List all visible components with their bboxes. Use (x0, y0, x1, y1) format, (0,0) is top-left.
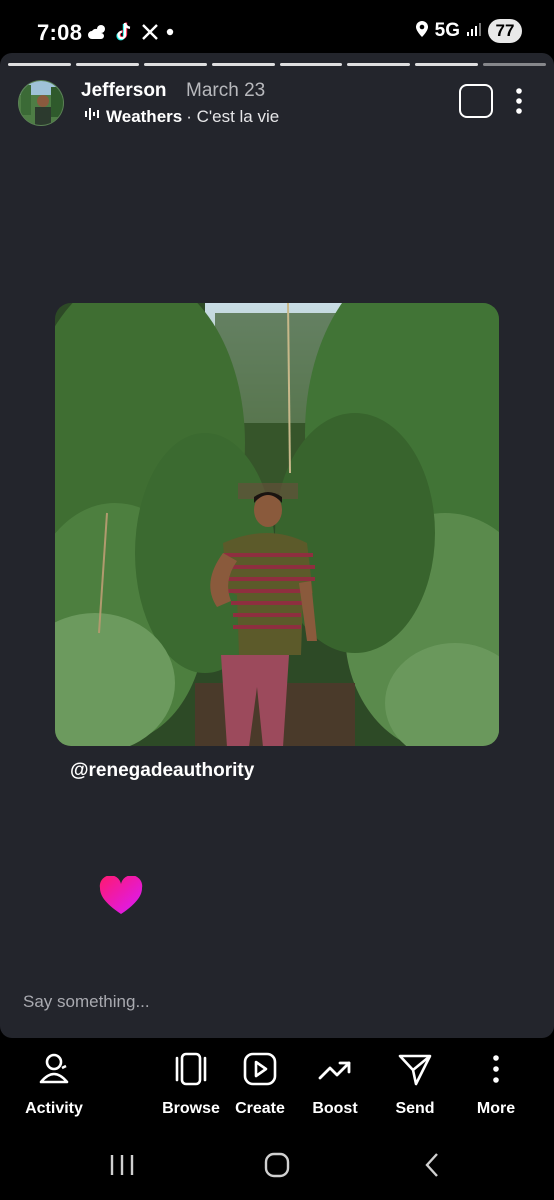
music-attribution[interactable]: Weathers · C'est la vie (84, 106, 279, 127)
status-time: 7:08 (37, 20, 83, 45)
activity-label: Activity (25, 1100, 83, 1117)
activity-people-icon (39, 1053, 69, 1084)
reply-input[interactable]: Say something... (23, 992, 150, 1012)
music-bars-icon (84, 106, 100, 127)
cloud-sun-icon (88, 20, 108, 44)
x-logo-icon (142, 20, 158, 44)
more-label: More (476, 1100, 516, 1117)
send-label: Send (395, 1100, 435, 1117)
back-icon[interactable] (420, 1152, 448, 1183)
select-checkbox[interactable] (459, 84, 493, 118)
story-progress-bar (8, 63, 546, 66)
story-username[interactable]: Jefferson (81, 80, 167, 102)
more-button[interactable]: More (456, 1052, 536, 1118)
system-nav-bar (0, 1130, 554, 1200)
progress-segment (211, 63, 275, 66)
progress-segment (75, 63, 139, 66)
progress-segment (8, 63, 71, 66)
create-label: Create (235, 1100, 285, 1117)
notification-icons (88, 20, 174, 44)
boost-trend-icon (318, 1061, 351, 1080)
status-bar: 7:08 5G 77 (0, 0, 554, 56)
battery-badge: 77 (488, 19, 522, 43)
progress-segment (143, 63, 207, 66)
signal-icon (466, 21, 482, 42)
boost-label: Boost (312, 1100, 358, 1117)
browse-button[interactable]: Browse (151, 1052, 231, 1118)
music-artist: · C'est la vie (186, 106, 280, 126)
story-date: March 23 (186, 80, 266, 101)
activity-button[interactable]: Activity (14, 1052, 94, 1118)
progress-segment-current (483, 63, 546, 66)
story-more-icon[interactable] (509, 86, 529, 116)
story-action-bar: Activity Browse Create Boost Send More (0, 1038, 554, 1130)
progress-segment (347, 63, 411, 66)
dot-icon (166, 20, 174, 44)
recent-apps-icon[interactable] (108, 1152, 136, 1183)
create-button[interactable]: Create (220, 1052, 300, 1118)
send-button[interactable]: Send (375, 1052, 455, 1118)
mention-sticker[interactable]: @renegadeauthority (70, 760, 254, 782)
heart-icon[interactable] (99, 875, 143, 916)
status-right: 5G 77 (415, 19, 522, 43)
avatar[interactable] (18, 80, 64, 126)
more-vertical-icon (493, 1055, 499, 1083)
progress-segment (279, 63, 343, 66)
tiktok-icon (116, 20, 134, 44)
browse-cards-icon (175, 1052, 207, 1086)
home-icon[interactable] (263, 1152, 291, 1183)
send-paper-plane-icon (398, 1054, 432, 1086)
network-label: 5G (434, 20, 460, 41)
story-viewer[interactable]: Jefferson March 23 Weathers · C'est la v… (0, 53, 554, 1038)
music-song-title: Weathers (106, 106, 183, 126)
create-play-icon (243, 1052, 277, 1086)
progress-segment (415, 63, 479, 66)
browse-label: Browse (162, 1100, 220, 1117)
location-icon (415, 20, 429, 43)
boost-button[interactable]: Boost (295, 1052, 375, 1118)
story-photo (55, 303, 499, 746)
